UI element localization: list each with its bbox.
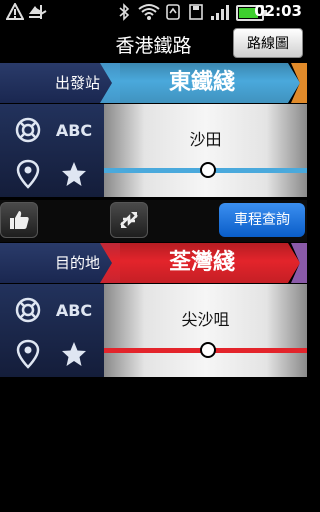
star-icon [62, 162, 86, 186]
wifi-icon [138, 4, 160, 20]
clock: 02:03 [254, 2, 302, 20]
destination-locate-button[interactable] [8, 292, 48, 328]
header: 香港鐵路 路線圖 [0, 25, 307, 63]
origin-line-name[interactable]: 東鐵綫 [112, 63, 292, 103]
origin-favorite-button[interactable] [54, 156, 94, 192]
origin-station-marker [200, 162, 216, 178]
lifebuoy-icon [15, 297, 41, 323]
origin-station-panel[interactable]: 沙田 [104, 104, 307, 197]
bluetooth-icon [119, 3, 130, 21]
origin-abc-button[interactable]: ABC [52, 112, 96, 148]
map-pin-icon [16, 159, 40, 189]
destination-label: 目的地 [54, 254, 100, 272]
route-map-button[interactable]: 路線圖 [233, 28, 303, 58]
origin-locate-button[interactable] [8, 112, 48, 148]
usb-icon [35, 5, 47, 19]
destination-station-marker [200, 342, 216, 358]
destination-line-bar: 目的地 荃灣綫 [0, 243, 307, 283]
lifebuoy-icon [15, 117, 41, 143]
origin-station-name: 沙田 [189, 130, 222, 149]
sync-icon [166, 4, 180, 20]
origin-station-area: ABC 沙田 [0, 104, 307, 197]
destination-station-name: 尖沙咀 [181, 310, 230, 329]
like-button[interactable] [0, 202, 38, 238]
destination-favorite-button[interactable] [54, 336, 94, 372]
destination-station-panel[interactable]: 尖沙咀 [104, 284, 307, 377]
destination-station-area: ABC 尖沙咀 [0, 284, 307, 377]
destination-line-name[interactable]: 荃灣綫 [112, 243, 292, 283]
thumbs-up-icon [10, 211, 29, 229]
swap-stations-button[interactable] [110, 202, 148, 238]
origin-label: 出發站 [54, 74, 100, 92]
status-bar: 02:03 [0, 0, 307, 25]
destination-map-pin-button[interactable] [8, 336, 48, 372]
destination-tools: ABC [0, 284, 104, 377]
swap-icon [120, 212, 138, 228]
map-pin-icon [16, 339, 40, 369]
save-icon [189, 4, 203, 20]
destination-abc-button[interactable]: ABC [52, 292, 96, 328]
origin-tools: ABC [0, 104, 104, 197]
warning-icon [6, 3, 24, 20]
origin-map-pin-button[interactable] [8, 156, 48, 192]
origin-line-bar: 出發站 東鐵綫 [0, 63, 307, 103]
signal-icon [211, 5, 229, 20]
star-icon [62, 342, 86, 366]
journey-query-button[interactable]: 車程查詢 [219, 203, 305, 237]
control-row: 車程查詢 [0, 200, 307, 242]
